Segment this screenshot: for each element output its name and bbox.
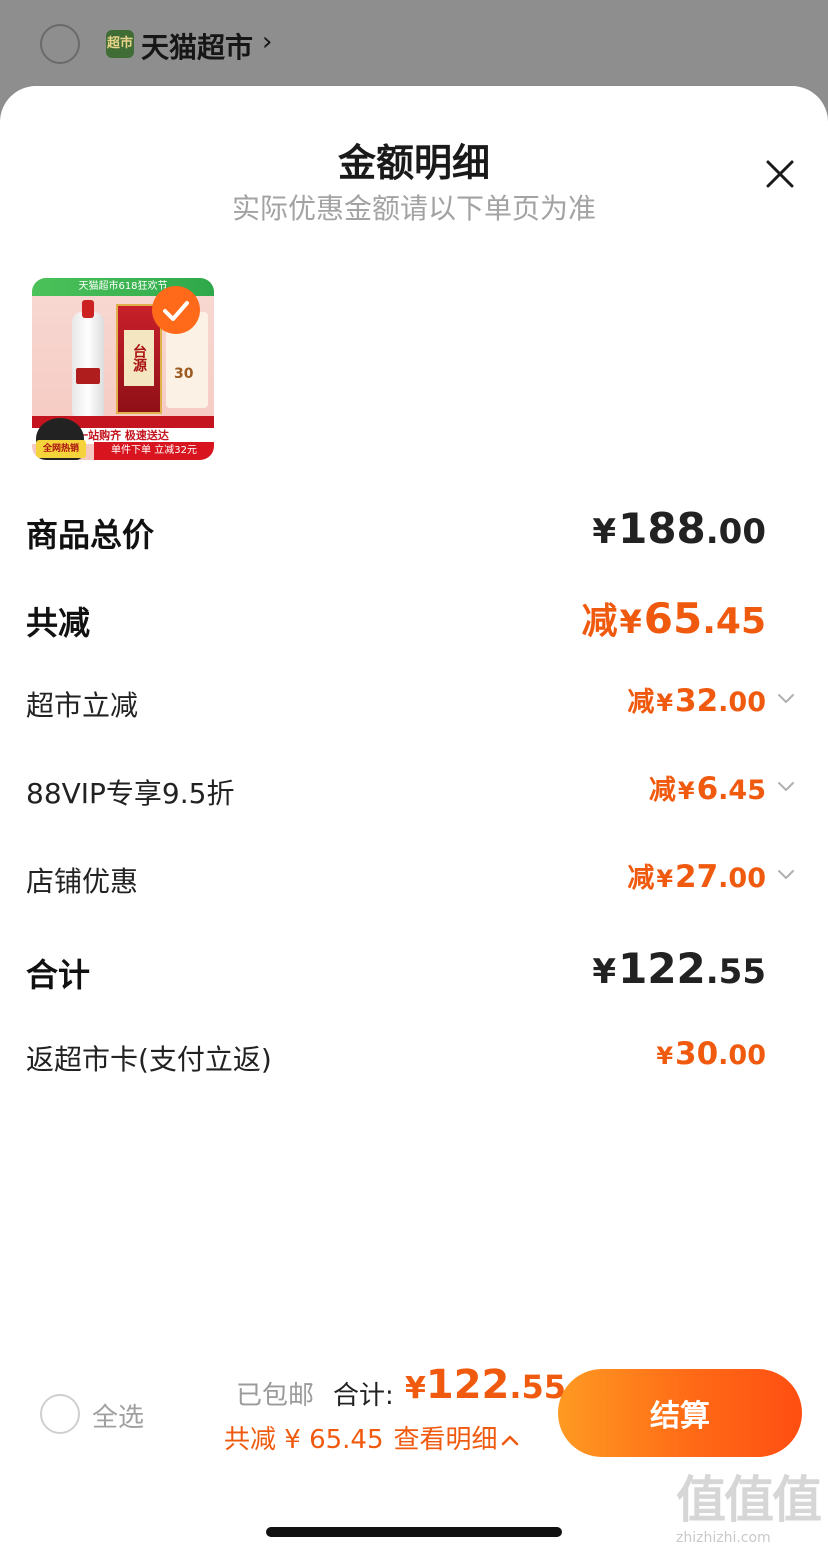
store-header: 超市 天猫超市 › xyxy=(0,0,828,90)
chevron-down-icon[interactable] xyxy=(776,688,796,708)
discount-prefix: 减 xyxy=(627,687,655,718)
supermarket-discount-label: 超市立减 xyxy=(26,689,139,722)
amount-integer: 65 xyxy=(643,594,703,643)
currency-symbol: ¥ xyxy=(656,1042,674,1070)
bottle-image xyxy=(72,300,104,420)
card-rebate-row: 返超市卡(支付立返) ¥30.00 xyxy=(26,1036,796,1086)
select-all-label[interactable]: 全选 xyxy=(92,1397,144,1434)
supermarket-discount-amount: 减¥32.00 xyxy=(627,680,766,719)
hot-sale-badge: 全网热销 xyxy=(36,440,86,458)
currency-symbol: ¥ xyxy=(677,777,695,805)
amount-integer: 32 xyxy=(675,683,719,719)
total-row: 合计 ¥122.55 xyxy=(26,944,796,994)
discount-prefix: 减 xyxy=(627,863,655,894)
selected-check[interactable] xyxy=(152,286,200,334)
home-indicator[interactable] xyxy=(266,1527,562,1537)
currency-symbol: ¥ xyxy=(656,865,674,893)
card-rebate-amount: ¥30.00 xyxy=(654,1036,766,1072)
store-select-radio[interactable] xyxy=(40,24,80,64)
store-promo-amount: 减¥27.00 xyxy=(627,856,766,895)
card-rebate-label: 返超市卡(支付立返) xyxy=(26,1043,272,1076)
amount-decimal: .00 xyxy=(718,863,766,894)
amount-decimal: .00 xyxy=(718,1040,766,1071)
total-discount-amount: 减¥65.45 xyxy=(581,592,766,644)
goods-total-amount: ¥188.00 xyxy=(590,504,766,553)
chevron-up-icon xyxy=(501,1435,518,1445)
store-promo-label: 店铺优惠 xyxy=(26,865,139,898)
total-amount: ¥122.55 xyxy=(590,944,766,993)
thumbnail-promo: 单件下单 立减32元 xyxy=(94,442,214,460)
amount-integer: 122 xyxy=(618,944,706,993)
currency-symbol: ¥ xyxy=(592,952,617,992)
info-number: 30 xyxy=(174,366,194,382)
amount-integer: 188 xyxy=(618,504,706,553)
amount-integer: 122 xyxy=(425,1362,510,1408)
check-icon xyxy=(163,301,189,321)
amount-detail-sheet: 金额明细 实际优惠金额请以下单页为准 天猫超市618狂欢节 台源 30 一站购齐… xyxy=(0,86,828,1556)
select-all-radio[interactable] xyxy=(40,1394,80,1434)
total-discount-label: 共减 xyxy=(26,604,91,642)
goods-total-row: 商品总价 ¥188.00 xyxy=(26,504,796,554)
supermarket-logo-icon: 超市 xyxy=(106,30,134,58)
total-discount-row: 共减 减¥65.45 xyxy=(26,592,796,644)
discount-prefix: 减 xyxy=(581,601,618,642)
watermark-url: zhizhizhi.com xyxy=(676,1530,771,1546)
amount-decimal: .55 xyxy=(509,1368,567,1406)
amount-decimal: .45 xyxy=(718,775,766,806)
amount-integer: 6 xyxy=(696,771,719,807)
amount-decimal: .45 xyxy=(702,601,766,642)
watermark-logo: 值值值 xyxy=(676,1471,822,1529)
sheet-subtitle: 实际优惠金额请以下单页为准 xyxy=(231,192,596,225)
goods-total-label: 商品总价 xyxy=(26,516,155,554)
bottom-discount-line: 共减 ¥ 65.45 查看明细 xyxy=(224,1419,520,1456)
vip-discount-amount: 减¥6.45 xyxy=(649,768,766,807)
chevron-down-icon[interactable] xyxy=(776,776,796,796)
amount-decimal: .55 xyxy=(705,952,766,992)
amount-decimal: .00 xyxy=(705,512,766,552)
bottom-total-amount: ¥122.55 xyxy=(405,1362,566,1408)
site-watermark: 值值值 zhizhizhi.com xyxy=(676,1460,822,1546)
currency-symbol: ¥ xyxy=(405,1371,426,1406)
box-label: 台源 xyxy=(124,330,154,386)
discount-prefix: 减 xyxy=(648,775,676,806)
supermarket-discount-row[interactable]: 超市立减 减¥32.00 xyxy=(26,680,796,730)
close-icon xyxy=(766,160,794,188)
currency-symbol: ¥ xyxy=(592,512,617,552)
bottom-discount-text: 共减 ¥ 65.45 xyxy=(224,1425,384,1455)
total-label: 合计 xyxy=(26,956,91,994)
currency-symbol: ¥ xyxy=(619,603,642,641)
free-shipping-label: 已包邮 xyxy=(236,1381,315,1411)
amount-integer: 27 xyxy=(675,859,719,895)
vip-discount-row[interactable]: 88VIP专享9.5折 减¥6.45 xyxy=(26,768,796,818)
store-promo-row[interactable]: 店铺优惠 减¥27.00 xyxy=(26,856,796,906)
view-detail-label: 查看明细 xyxy=(393,1425,498,1455)
bottom-total-label: 合计: xyxy=(333,1381,394,1411)
view-detail-link[interactable]: 查看明细 xyxy=(394,1425,520,1455)
amount-integer: 30 xyxy=(675,1036,719,1072)
close-button[interactable] xyxy=(762,156,798,192)
product-thumbnail[interactable]: 天猫超市618狂欢节 台源 30 一站购齐 极速送达 单件下单 立减32元 全网… xyxy=(32,278,214,460)
vip-discount-label: 88VIP专享9.5折 xyxy=(26,777,235,810)
amount-decimal: .00 xyxy=(718,687,766,718)
sheet-title: 金额明细 xyxy=(337,141,490,185)
currency-symbol: ¥ xyxy=(656,689,674,717)
chevron-down-icon[interactable] xyxy=(776,864,796,884)
chevron-right-icon[interactable]: › xyxy=(262,27,272,57)
checkout-button[interactable]: 结算 xyxy=(558,1369,802,1457)
store-name[interactable]: 天猫超市 xyxy=(141,26,253,66)
